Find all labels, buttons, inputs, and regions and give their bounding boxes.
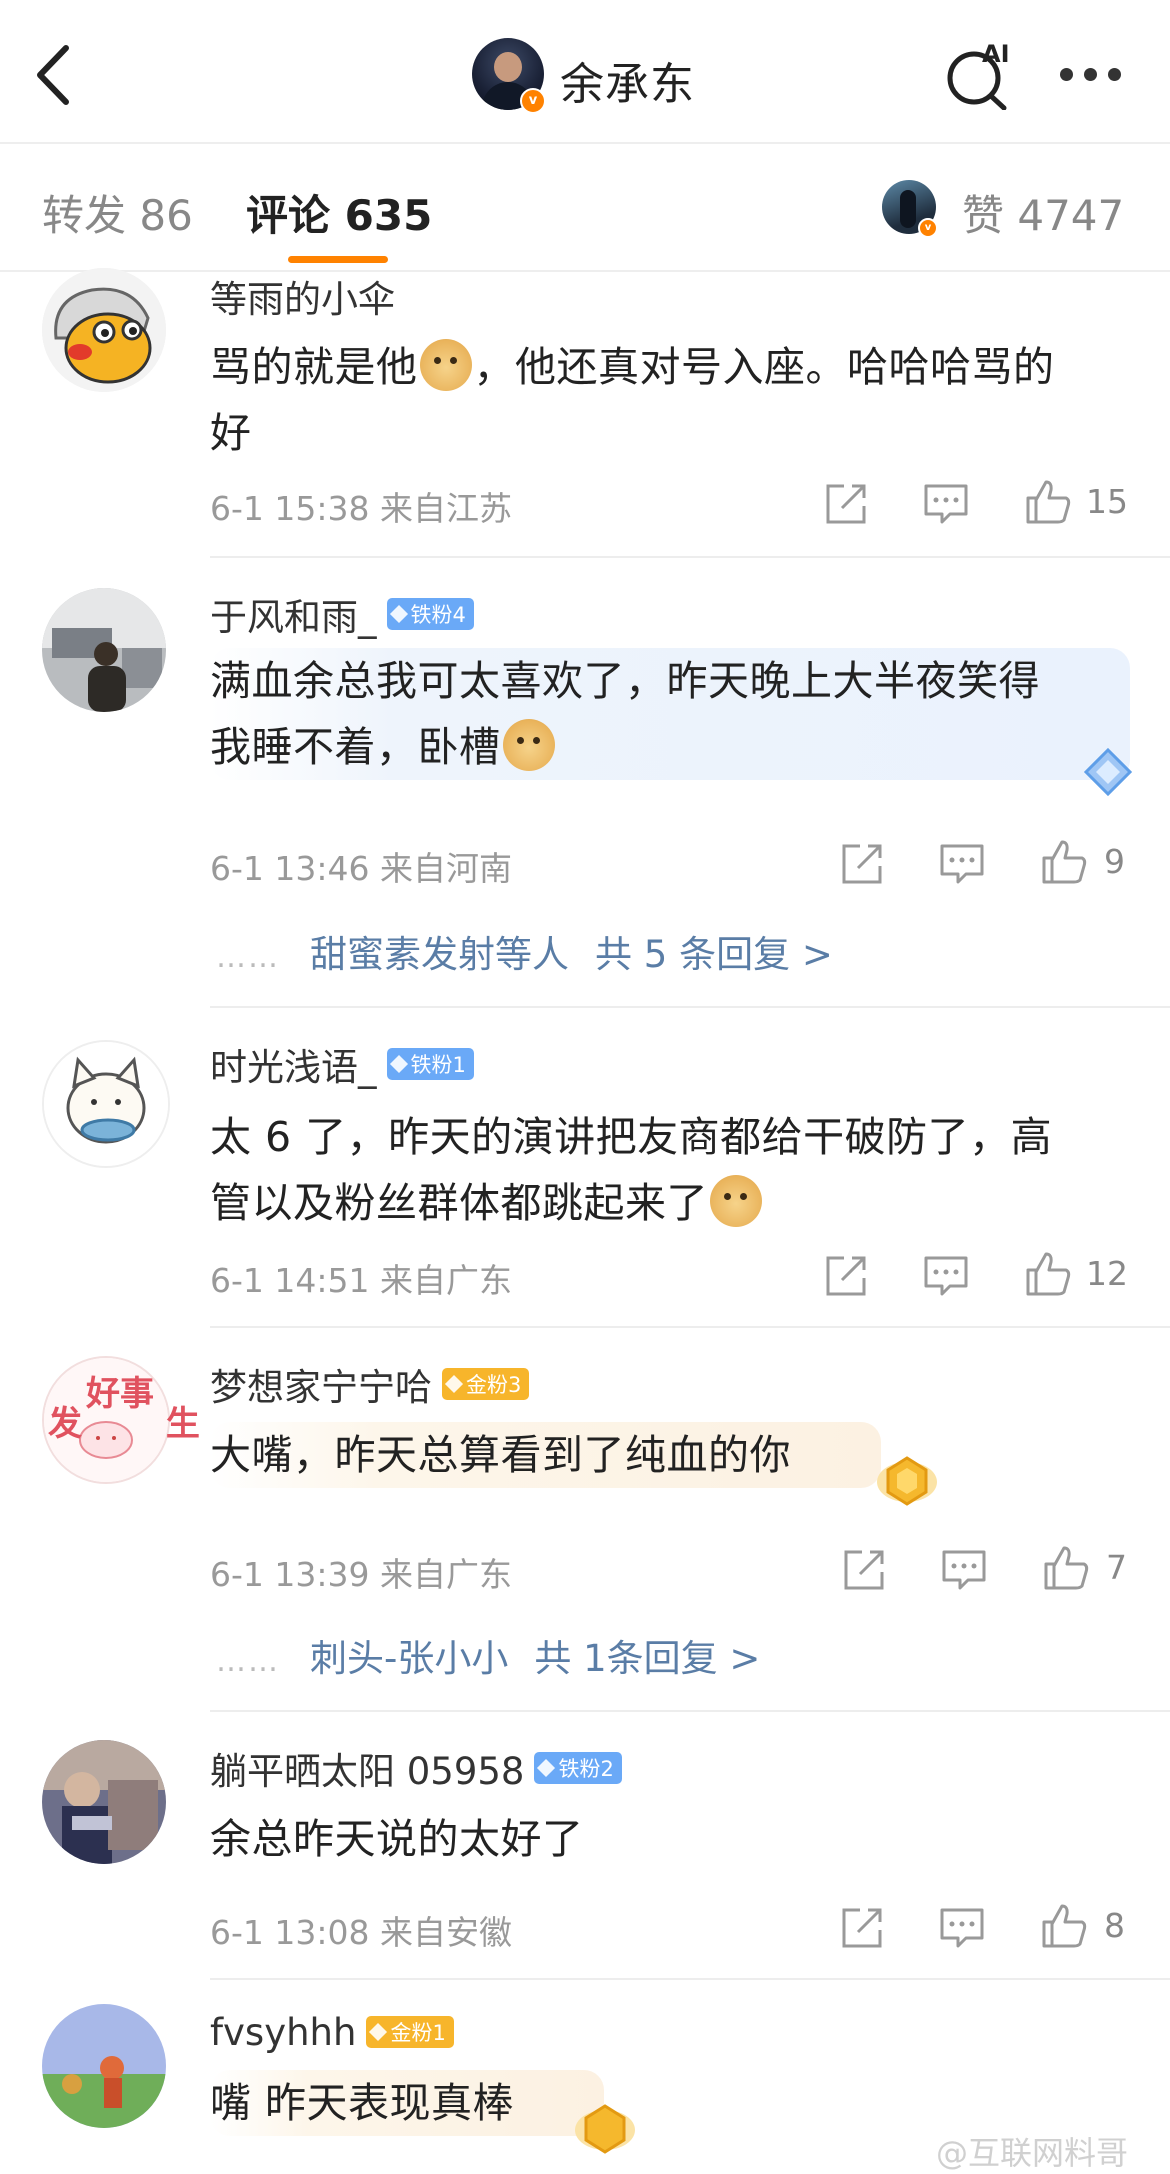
doge-emoji: [502, 719, 555, 771]
divider: [210, 1326, 1170, 1328]
comment-text: 余总昨天说的太好了: [210, 1806, 584, 1872]
like-icon[interactable]: [1024, 478, 1072, 526]
view-replies-link[interactable]: …… 甜蜜素发射等人共 5 条回复 >: [216, 924, 833, 978]
replies-dots: ……: [216, 1644, 280, 1679]
fan-badge-label: 铁粉2: [558, 1757, 614, 1781]
fan-badge: 铁粉1: [386, 1048, 474, 1080]
share-icon[interactable]: [838, 1904, 886, 1952]
tab-bar: 转发 86 评论 635 v 赞 4747: [0, 144, 1170, 272]
gold-medal-decoration-icon: [877, 1456, 937, 1506]
replies-count[interactable]: 共 1条回复 >: [534, 1637, 760, 1680]
avatar[interactable]: [42, 2004, 166, 2128]
watermark: @互联网料哥: [936, 2134, 1129, 2172]
avatar[interactable]: [42, 588, 166, 712]
divider: [210, 1710, 1170, 1712]
comment-icon[interactable]: [922, 480, 970, 528]
tab-forward[interactable]: 转发 86: [42, 182, 193, 243]
comment-text: 满血余总我可太喜欢了，昨天晚上大半夜笑得 我睡不着，卧槽: [210, 648, 1130, 780]
like-icon[interactable]: [1040, 1902, 1088, 1950]
comment-text-part: 我睡不着，卧槽: [210, 723, 501, 771]
reply-author[interactable]: 刺头-张小小: [310, 1637, 508, 1680]
replies-count[interactable]: 共 5 条回复 >: [595, 933, 833, 976]
username[interactable]: 时光浅语_: [210, 1037, 377, 1091]
page-title: 余承东: [560, 59, 695, 110]
comment-text: 太 6 了，昨天的演讲把友商都给干破防了，高 管以及粉丝群体都跳起来了: [210, 1104, 1130, 1236]
comment-text-part: 好: [210, 409, 252, 457]
back-icon[interactable]: [30, 42, 80, 108]
doge-emoji: [419, 339, 472, 391]
avatar-text: 发 生: [48, 1404, 236, 1444]
username[interactable]: fvsyhhh: [210, 2011, 356, 2054]
fan-badge-label: 金粉1: [390, 2021, 446, 2045]
username[interactable]: 梦想家宁宁哈: [210, 1357, 432, 1411]
active-tab-indicator: [288, 256, 388, 263]
comment-text-part: 嘴 昨天表现真棒: [210, 2079, 515, 2127]
comment-icon[interactable]: [922, 1252, 970, 1300]
replies-dots: ……: [216, 940, 280, 975]
comment-text-part: 满血余总我可太喜欢了，昨天晚上大半夜笑得: [210, 657, 1040, 705]
comment-icon[interactable]: [938, 840, 986, 888]
like-count: 15: [1086, 482, 1128, 521]
comment-meta: 6-1 13:39 来自广东: [210, 1555, 512, 1594]
like-count: 9: [1104, 842, 1125, 881]
view-replies-link[interactable]: …… 刺头-张小小共 1条回复 >: [216, 1628, 760, 1682]
avatar[interactable]: [42, 268, 166, 392]
divider: [210, 1006, 1170, 1008]
more-icon[interactable]: [1060, 64, 1126, 86]
verified-badge-icon: v: [520, 88, 546, 114]
ai-label: AI: [982, 40, 1010, 68]
share-icon[interactable]: [840, 1546, 888, 1594]
share-icon[interactable]: [822, 1252, 870, 1300]
like-count: 12: [1086, 1254, 1128, 1293]
comment-text-part: 余总昨天说的太好了: [210, 1815, 584, 1863]
tab-comment[interactable]: 评论 635: [246, 182, 432, 243]
fan-badge: 金粉1: [366, 2016, 454, 2048]
share-icon[interactable]: [838, 840, 886, 888]
diamond-decoration-icon: [1083, 747, 1133, 797]
ai-search-icon[interactable]: AI: [944, 40, 1014, 110]
username[interactable]: 等雨的小伞: [210, 269, 395, 323]
like-icon[interactable]: [1024, 1250, 1072, 1298]
verified-badge-icon: v: [918, 218, 938, 238]
replies-mid: 等人: [495, 933, 569, 976]
comment-meta: 6-1 14:51 来自广东: [210, 1261, 512, 1300]
comment-text: 大嘴，昨天总算看到了纯血的你: [210, 1422, 881, 1488]
fan-badge: 铁粉2: [534, 1752, 622, 1784]
fan-badge-label: 铁粉4: [410, 603, 466, 627]
comment-text-part: 管以及粉丝群体都跳起来了: [210, 1179, 708, 1227]
avatar[interactable]: [42, 1740, 166, 1864]
comment-text-part: 大嘴，昨天总算看到了纯血的你: [210, 1431, 791, 1479]
fan-badge-label: 金粉3: [466, 1373, 522, 1397]
comment-text: 骂的就是他 ，他还真对号入座。哈哈哈骂的 好: [210, 334, 1130, 466]
like-icon[interactable]: [1042, 1544, 1090, 1592]
comment-meta: 6-1 15:38 来自江苏: [210, 489, 512, 528]
fan-badge-label: 铁粉1: [410, 1053, 466, 1077]
avatar[interactable]: [42, 1040, 170, 1168]
like-count: 8: [1104, 1906, 1125, 1945]
comment-icon[interactable]: [940, 1546, 988, 1594]
top-nav-bar: v 余承东 AI: [0, 0, 1170, 144]
share-icon[interactable]: [822, 480, 870, 528]
comment-text-part: ，他还真对号入座。哈哈哈骂的: [473, 343, 1055, 391]
comment-text: 嘴 昨天表现真棒: [210, 2070, 605, 2136]
like-count: 7: [1106, 1548, 1127, 1587]
divider: [210, 556, 1170, 558]
doge-emoji: [710, 1175, 762, 1227]
fan-badge: 铁粉4: [386, 598, 474, 630]
username[interactable]: 于风和雨_: [210, 587, 377, 641]
username[interactable]: 躺平晒太阳 05958: [210, 1741, 524, 1795]
comment-icon[interactable]: [938, 1904, 986, 1952]
comment-text-part: 骂的就是他: [210, 343, 418, 391]
reply-author[interactable]: 甜蜜素发射: [310, 933, 495, 976]
tab-likes[interactable]: 赞 4747: [962, 182, 1124, 243]
divider: [210, 1978, 1170, 1980]
comment-meta: 6-1 13:08 来自安徽: [210, 1913, 512, 1952]
fan-badge: 金粉3: [442, 1368, 530, 1400]
gold-medal-decoration-icon: [575, 2104, 635, 2154]
like-icon[interactable]: [1040, 838, 1088, 886]
comment-text-part: 太 6 了，昨天的演讲把友商都给干破防了，高: [210, 1113, 1053, 1161]
comment-meta: 6-1 13:46 来自河南: [210, 849, 512, 888]
